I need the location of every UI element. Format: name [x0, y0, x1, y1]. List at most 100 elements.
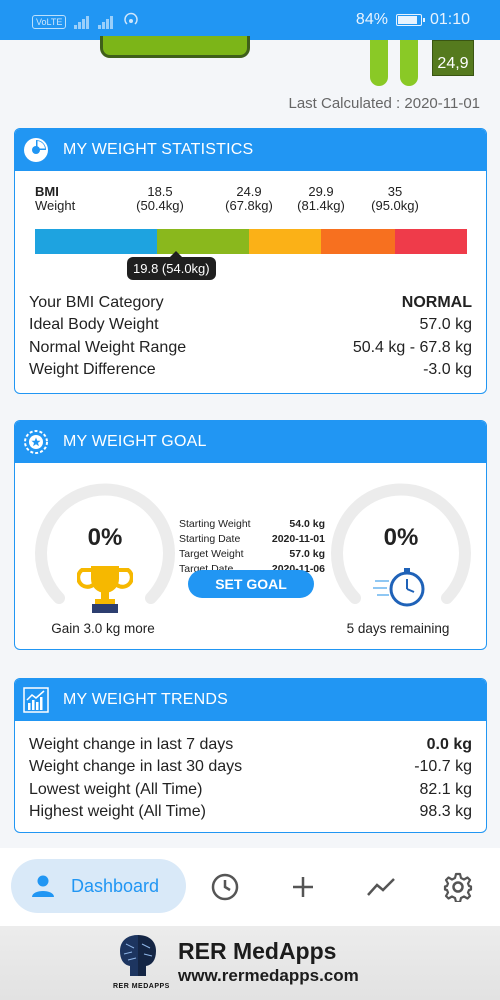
- bmi-category-pill[interactable]: [100, 36, 250, 58]
- weight-goal-card: MY WEIGHT GOAL 0% Starting Weight 54.0 kg…: [14, 420, 487, 650]
- status-left: VoLTE: [32, 11, 140, 32]
- segment-overweight: [249, 229, 321, 254]
- stat-row: Normal Weight Range 50.4 kg - 67.8 kg: [29, 337, 472, 359]
- row-value: 0.0 kg: [426, 736, 472, 753]
- row-value: NORMAL: [401, 294, 472, 311]
- row-value: 98.3 kg: [419, 802, 472, 820]
- segment-obese: [321, 229, 395, 254]
- segment-extreme: [395, 229, 467, 254]
- row-label: Normal Weight Range: [29, 338, 187, 356]
- trophy-icon: [77, 566, 133, 613]
- gain-gauge: 0%: [32, 479, 178, 625]
- status-bar: VoLTE 84% 01:10: [0, 0, 500, 40]
- row-label: Ideal Body Weight: [29, 316, 159, 334]
- bottom-nav: Dashboard: [0, 848, 500, 926]
- stat-row: Ideal Body Weight 57.0 kg: [29, 314, 472, 336]
- clock: 01:10: [429, 11, 470, 28]
- detail-label: Starting Date: [179, 533, 241, 545]
- brain-logo-icon: [120, 935, 156, 976]
- brand-name: RER MedApps: [178, 938, 337, 964]
- nav-dashboard-label[interactable]: Dashboard: [71, 876, 159, 897]
- row-label: Weight change in last 7 days: [29, 736, 234, 753]
- trend-icon[interactable]: [366, 872, 396, 902]
- row-label: Your BMI Category: [29, 294, 164, 311]
- threshold-weight: (50.4kg): [136, 198, 184, 213]
- row-label: Weight Difference: [29, 360, 156, 378]
- trend-row: Lowest weight (All Time) 82.1 kg: [29, 779, 472, 801]
- goal-details: Starting Weight 54.0 kg Starting Date 2020…: [179, 517, 325, 577]
- weight-trends-card: MY WEIGHT TRENDS Weight change in last 7…: [14, 678, 487, 833]
- gain-percent: 0%: [87, 524, 123, 551]
- stopwatch-icon: [373, 568, 425, 607]
- card-title: MY WEIGHT GOAL: [63, 433, 207, 450]
- row-value: -10.7 kg: [414, 758, 472, 776]
- trend-row: Highest weight (All Time) 98.3 kg: [29, 801, 472, 823]
- last-calculated: Last Calculated : 2020-11-01: [288, 95, 480, 112]
- detail-value: 54.0 kg: [289, 518, 325, 530]
- bmi-color-bar: [35, 229, 467, 254]
- bmi-hero: 24,9 Last Calculated : 2020-11-01: [0, 36, 500, 125]
- row-label: Lowest weight (All Time): [29, 780, 203, 798]
- signal-icon: [74, 15, 90, 29]
- row-label: Weight change in last 30 days: [29, 758, 243, 776]
- row-value: 82.1 kg: [419, 780, 472, 798]
- row-value: 57.0 kg: [419, 316, 472, 334]
- detail-value: 57.0 kg: [289, 548, 325, 560]
- history-icon[interactable]: [210, 872, 240, 902]
- bmi-scale: BMI Weight 18.5 (50.4kg) 24.9 (67.8kg) 2…: [35, 184, 467, 280]
- goal-detail-row: Starting Weight 54.0 kg: [179, 517, 325, 532]
- stat-row: Weight Difference -3.0 kg: [29, 359, 472, 381]
- brand-url[interactable]: www.rermedapps.com: [178, 966, 359, 986]
- detail-label: Starting Weight: [179, 518, 251, 530]
- body-figure-icon: [365, 40, 435, 88]
- row-value: 50.4 kg - 67.8 kg: [352, 338, 472, 356]
- brand-footer: RER MEDAPPS RER MedApps www.rermedapps.c…: [0, 926, 500, 1000]
- battery-icon: [395, 14, 425, 26]
- pie-chart-icon: [24, 138, 48, 162]
- stat-row: Your BMI Category NORMAL: [29, 292, 472, 314]
- hotspot-icon: [122, 11, 140, 32]
- row-label: Highest weight (All Time): [29, 802, 206, 820]
- signal-icon-2: [98, 15, 114, 29]
- add-icon[interactable]: [288, 872, 318, 902]
- days-percent: 0%: [383, 524, 419, 551]
- trend-row: Weight change in last 7 days 0.0 kg: [29, 734, 472, 756]
- bmi-label: BMI: [35, 184, 59, 199]
- statistics-rows: Your BMI Category NORMAL Ideal Body Weigh…: [29, 292, 472, 381]
- detail-value: 2020-11-01: [271, 533, 325, 545]
- trend-rows: Weight change in last 7 days 0.0 kg Weigh…: [29, 734, 472, 823]
- threshold-bmi: 35: [387, 184, 403, 199]
- network-chip: VoLTE: [32, 14, 67, 29]
- status-right: 84% 01:10: [356, 11, 470, 29]
- weight-label: Weight: [35, 198, 76, 213]
- bmi-marker-tooltip: 19.8 (54.0kg): [127, 251, 216, 280]
- battery-percent: 84%: [355, 11, 388, 28]
- goal-badge-icon: [24, 430, 48, 454]
- threshold-weight: (81.4kg): [297, 198, 345, 213]
- threshold-weight: (67.8kg): [225, 198, 273, 213]
- weight-statistics-card: MY WEIGHT STATISTICS BMI Weight 18.5 (50…: [14, 128, 487, 394]
- settings-icon[interactable]: [443, 872, 473, 902]
- threshold-bmi: 24.9: [236, 184, 262, 199]
- card-header: MY WEIGHT TRENDS: [15, 679, 486, 721]
- bmi-value: 24,9: [437, 55, 469, 72]
- bmi-value-badge: 24,9: [432, 40, 474, 76]
- card-header: MY WEIGHT GOAL: [15, 421, 486, 463]
- person-icon[interactable]: [30, 873, 56, 899]
- goal-detail-row: Target Weight 57.0 kg: [179, 547, 325, 562]
- gain-caption: Gain 3.0 kg more: [51, 621, 155, 636]
- goal-detail-row: Starting Date 2020-11-01: [179, 532, 325, 547]
- threshold-bmi: 18.5: [147, 184, 173, 199]
- card-title: MY WEIGHT STATISTICS: [63, 141, 254, 158]
- trend-row: Weight change in last 30 days -10.7 kg: [29, 756, 472, 778]
- card-header: MY WEIGHT STATISTICS: [15, 129, 486, 171]
- threshold-bmi: 29.9: [308, 184, 334, 199]
- segment-underweight: [35, 229, 157, 254]
- threshold-weight: (95.0kg): [371, 198, 419, 213]
- set-goal-button[interactable]: SET GOAL: [188, 570, 314, 598]
- row-value: -3.0 kg: [423, 360, 472, 378]
- trend-chart-icon: [23, 687, 49, 713]
- days-caption: 5 days remaining: [346, 621, 450, 636]
- detail-label: Target Weight: [179, 548, 244, 560]
- brand-mini: RER MEDAPPS: [113, 983, 170, 990]
